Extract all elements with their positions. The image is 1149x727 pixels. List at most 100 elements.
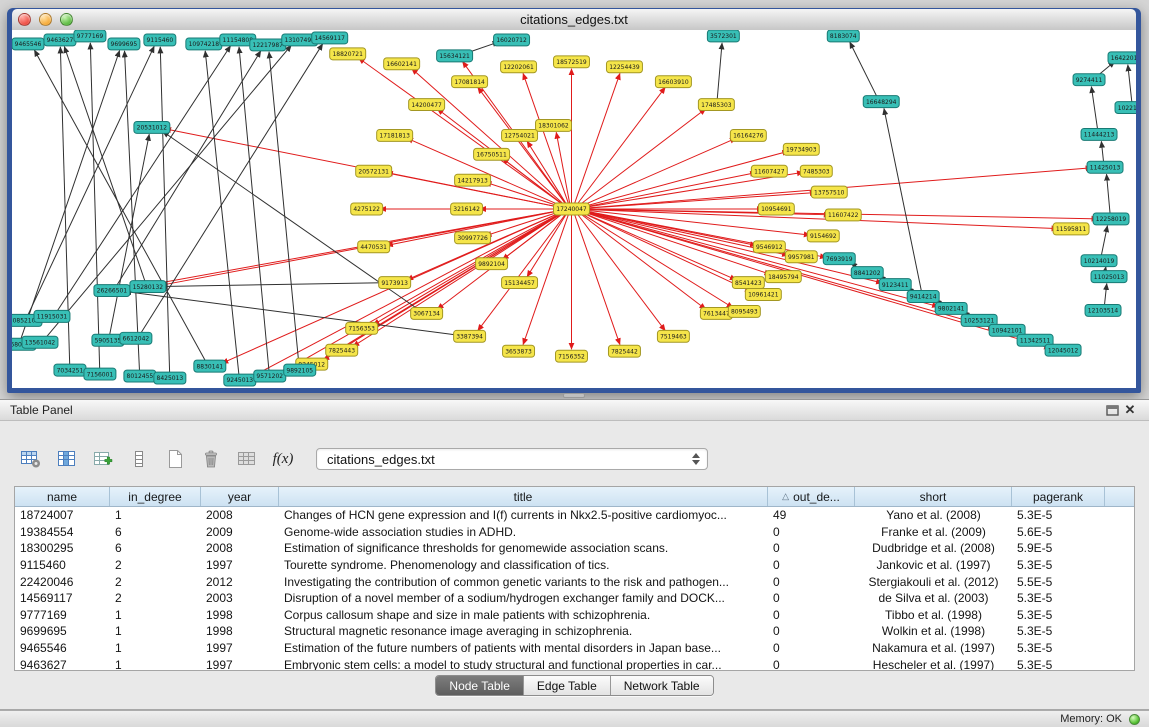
tab-network-table[interactable]: Network Table [611,676,713,695]
graph-node[interactable]: 3067134 [411,307,443,319]
show-columns-icon[interactable] [54,447,80,471]
table-row[interactable]: 1830029562008Estimation of significance … [15,540,1134,557]
function-builder-icon[interactable]: f(x) [270,447,296,471]
graph-node[interactable]: 8095493 [728,305,760,317]
graph-node[interactable]: 7825442 [608,345,640,357]
column-header-in_degree[interactable]: in_degree [110,487,201,506]
panel-splitter-handle[interactable] [563,393,585,398]
zoom-window-button[interactable] [60,13,73,26]
graph-node[interactable]: 10954691 [758,203,794,215]
graph-node[interactable]: 18572519 [554,56,590,68]
graph-node[interactable]: 9274411 [1073,74,1105,86]
table-row[interactable]: 1456911722003Disruption of a novel membe… [15,590,1134,607]
graph-node[interactable]: 9115460 [144,34,176,46]
network-canvas-svg[interactable]: 1724004716603910122544391857251912202061… [12,30,1136,388]
graph-node[interactable]: 8183074 [827,30,859,42]
graph-node[interactable]: 9957981 [785,251,817,263]
graph-node[interactable]: 13561042 [22,336,58,348]
graph-node[interactable]: 16164276 [730,129,766,141]
graph-node[interactable]: 12045012 [1045,344,1081,356]
graph-node[interactable]: 17181813 [377,129,413,141]
graph-node[interactable]: 19734903 [783,143,819,155]
graph-node[interactable]: 8830141 [194,360,226,372]
graph-node[interactable]: 9245013 [224,374,256,386]
graph-node[interactable]: 7156352 [556,350,588,362]
graph-node[interactable]: 12217987 [250,39,286,51]
graph-node[interactable]: 9123411 [879,279,911,291]
graph-node[interactable]: 8541423 [732,277,764,289]
graph-node[interactable]: 9173913 [379,277,411,289]
graph-node[interactable]: 7693919 [823,253,855,265]
graph-node[interactable]: 7034251 [54,364,86,376]
column-header-title[interactable]: title [279,487,768,506]
import-table-icon[interactable] [234,447,260,471]
graph-node[interactable]: 16602141 [384,58,420,70]
new-column-icon[interactable] [90,447,116,471]
graph-node[interactable]: 10214019 [1081,255,1117,267]
column-header-short[interactable]: short [855,487,1012,506]
graph-node[interactable]: 17081814 [452,76,488,88]
graph-node[interactable]: 14200477 [409,99,445,111]
table-row[interactable]: 946362711997Embryonic stem cells: a mode… [15,656,1134,671]
new-table-icon[interactable] [162,447,188,471]
graph-node[interactable]: 9892105 [284,364,316,376]
graph-node[interactable]: 18301062 [536,120,572,132]
graph-node[interactable]: 12202061 [501,61,537,73]
graph-node[interactable]: 7156353 [346,322,378,334]
graph-node[interactable]: 9571202 [254,370,286,382]
graph-node[interactable]: 20531012 [134,121,170,133]
network-canvas[interactable]: 1724004716603910122544391857251912202061… [12,30,1136,388]
delete-table-icon[interactable] [198,447,224,471]
graph-node[interactable]: 9699695 [108,38,140,50]
table-row[interactable]: 946554611997Estimation of the future num… [15,640,1134,657]
graph-node[interactable]: 11607422 [825,209,861,221]
graph-node[interactable]: 11915031 [34,310,70,322]
graph-node[interactable]: 18820721 [330,48,366,60]
graph-node[interactable]: 11607427 [751,165,787,177]
graph-node[interactable]: 4470531 [358,241,390,253]
graph-node[interactable]: 16422013 [1108,52,1136,64]
graph-node[interactable]: 16603910 [655,76,691,88]
graph-node[interactable]: 12754021 [502,129,538,141]
graph-node[interactable]: 16020712 [494,34,530,46]
graph-node[interactable]: 16648294 [863,96,899,108]
column-header-out_de[interactable]: △out_de... [768,487,855,506]
graph-node[interactable]: 11444213 [1081,128,1117,140]
graph-node[interactable]: 11595811 [1053,223,1089,235]
graph-node[interactable]: 7485303 [800,165,832,177]
graph-node[interactable]: 8841202 [851,267,883,279]
graph-node[interactable]: 7613447 [700,307,732,319]
table-mode-icon[interactable] [18,447,44,471]
table-row[interactable]: 977716911998Corpus callosum shape and si… [15,607,1134,624]
graph-node[interactable]: 12258019 [1093,213,1129,225]
graph-node[interactable]: 15134457 [502,277,538,289]
graph-node[interactable]: 14569117 [312,32,348,44]
graph-node[interactable]: 12103514 [1085,304,1121,316]
graph-node[interactable]: 10974218 [186,38,222,50]
graph-node[interactable]: 20572131 [356,165,392,177]
graph-node[interactable]: 9777169 [74,30,106,42]
graph-node[interactable]: 8425013 [154,372,186,384]
table-row[interactable]: 911546021997Tourette syndrome. Phenomeno… [15,557,1134,574]
graph-node[interactable]: 9465546 [12,38,44,50]
minimize-window-button[interactable] [39,13,52,26]
memory-status-indicator[interactable] [1129,714,1140,725]
graph-node[interactable]: 16750511 [474,148,510,160]
graph-node[interactable]: 6612042 [120,332,152,344]
tab-node-table[interactable]: Node Table [436,676,524,695]
graph-node[interactable]: 11425013 [1087,161,1123,173]
graph-node[interactable]: 13757510 [811,186,847,198]
network-window[interactable]: citations_edges.txt 17240047 16603910 1225… [7,8,1141,393]
graph-node[interactable]: 5905135 [92,334,124,346]
graph-node[interactable]: 17240047 [554,203,590,215]
window-titlebar[interactable]: citations_edges.txt [12,9,1136,31]
graph-node[interactable]: 4275122 [351,203,383,215]
graph-node[interactable]: 26266501 [94,285,130,297]
graph-node[interactable]: 8012455 [124,370,156,382]
column-header-pagerank[interactable]: pagerank [1012,487,1105,506]
graph-node[interactable]: 18495794 [765,271,801,283]
table-row[interactable]: 1872400712008Changes of HCN gene express… [15,507,1134,524]
graph-node[interactable]: 7825443 [326,344,358,356]
graph-node[interactable]: 10961421 [745,289,781,301]
graph-node[interactable]: 17485303 [698,99,734,111]
